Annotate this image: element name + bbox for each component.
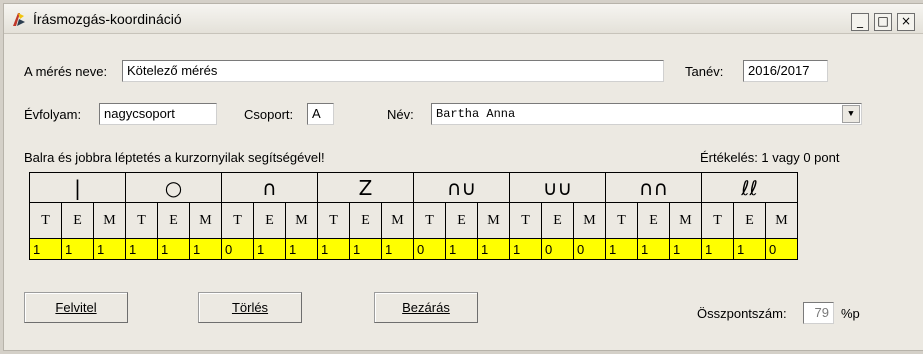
subheader-cell: M [765, 202, 798, 239]
tanev-label: Tanév: [685, 64, 724, 79]
meres-label: A mérés neve: [24, 64, 108, 79]
app-icon [13, 13, 25, 26]
symbol-cell: ∩∩ [605, 172, 702, 203]
chevron-down-icon[interactable]: ▼ [842, 105, 860, 123]
symbol-cell: ℓℓ [701, 172, 798, 203]
torles-button[interactable]: Törlés [198, 292, 302, 323]
symbol-row: | ○ ∩ Z ∩∪ ∪∪ ∩∩ ℓℓ [29, 172, 798, 203]
subheader-cell: T [317, 202, 350, 239]
title-bar: Írásmozgás-koordináció _ □ × [4, 4, 923, 34]
tanev-field[interactable]: 2016/2017 [743, 60, 828, 82]
maximize-button[interactable]: □ [874, 13, 892, 31]
subheader-cell: T [509, 202, 542, 239]
subheader-cell: T [605, 202, 638, 239]
value-cell[interactable]: 0 [573, 238, 606, 260]
subheader-cell: T [701, 202, 734, 239]
evfolyam-label: Évfolyam: [24, 107, 82, 122]
csoport-field[interactable]: A [307, 103, 334, 125]
subheader-cell: T [221, 202, 254, 239]
score-grid: | ○ ∩ Z ∩∪ ∪∪ ∩∩ ℓℓ TEMTEMTEMTEMTEMTEMTEMTEM 11… [29, 172, 798, 260]
osszpontszam-label: Összpontszám: [697, 306, 787, 321]
subheader-cell: M [669, 202, 702, 239]
value-cell[interactable]: 1 [733, 238, 766, 260]
subheader-cell: M [573, 202, 606, 239]
value-cell[interactable]: 1 [253, 238, 286, 260]
value-cell[interactable]: 0 [765, 238, 798, 260]
value-cell[interactable]: 1 [61, 238, 94, 260]
tem-row: TEMTEMTEMTEMTEMTEMTEMTEM [29, 202, 798, 239]
nev-dropdown[interactable]: Bartha Anna ▼ [431, 103, 862, 125]
subheader-cell: T [29, 202, 62, 239]
value-cell[interactable]: 1 [669, 238, 702, 260]
felvitel-button[interactable]: Felvitel [24, 292, 128, 323]
value-cell[interactable]: 1 [125, 238, 158, 260]
meres-field[interactable]: Kötelező mérés [122, 60, 664, 82]
value-cell[interactable]: 1 [93, 238, 126, 260]
value-cell[interactable]: 1 [189, 238, 222, 260]
subheader-cell: E [157, 202, 190, 239]
csoport-label: Csoport: [244, 107, 294, 122]
subheader-cell: E [61, 202, 94, 239]
value-cell[interactable]: 1 [381, 238, 414, 260]
subheader-cell: E [733, 202, 766, 239]
ertekeles-text: Értékelés: 1 vagy 0 pont [700, 150, 840, 165]
subheader-cell: E [253, 202, 286, 239]
bezaras-button[interactable]: Bezárás [374, 292, 478, 323]
close-button[interactable]: × [897, 13, 915, 31]
symbol-cell: | [29, 172, 126, 203]
subheader-cell: E [541, 202, 574, 239]
value-cell[interactable]: 1 [509, 238, 542, 260]
osszpontszam-field: 79 [803, 302, 834, 324]
value-cell[interactable]: 1 [285, 238, 318, 260]
value-cell[interactable]: 0 [413, 238, 446, 260]
symbol-cell: ∩ [221, 172, 318, 203]
score-unit: %p [841, 306, 860, 321]
minimize-button[interactable]: _ [851, 13, 869, 31]
subheader-cell: M [189, 202, 222, 239]
subheader-cell: E [349, 202, 382, 239]
subheader-cell: E [445, 202, 478, 239]
subheader-cell: M [93, 202, 126, 239]
value-cell[interactable]: 1 [477, 238, 510, 260]
symbol-cell: Z [317, 172, 414, 203]
value-cell[interactable]: 1 [349, 238, 382, 260]
value-row: 111111011111011100111110 [29, 238, 798, 260]
value-cell[interactable]: 1 [445, 238, 478, 260]
main-window: Írásmozgás-koordináció _ □ × A mérés nev… [3, 3, 923, 351]
subheader-cell: M [285, 202, 318, 239]
subheader-cell: M [381, 202, 414, 239]
nev-selected-value: Bartha Anna [436, 107, 516, 121]
symbol-cell: ○ [125, 172, 222, 203]
value-cell[interactable]: 0 [541, 238, 574, 260]
value-cell[interactable]: 1 [637, 238, 670, 260]
value-cell[interactable]: 0 [221, 238, 254, 260]
instructions-text: Balra és jobbra léptetés a kurzornyilak … [24, 150, 325, 165]
value-cell[interactable]: 1 [605, 238, 638, 260]
value-cell[interactable]: 1 [701, 238, 734, 260]
value-cell[interactable]: 1 [29, 238, 62, 260]
symbol-cell: ∩∪ [413, 172, 510, 203]
value-cell[interactable]: 1 [157, 238, 190, 260]
nev-label: Név: [387, 107, 414, 122]
subheader-cell: E [637, 202, 670, 239]
window-title: Írásmozgás-koordináció [33, 11, 182, 27]
subheader-cell: T [413, 202, 446, 239]
subheader-cell: T [125, 202, 158, 239]
subheader-cell: M [477, 202, 510, 239]
value-cell[interactable]: 1 [317, 238, 350, 260]
evfolyam-field[interactable]: nagycsoport [99, 103, 217, 125]
symbol-cell: ∪∪ [509, 172, 606, 203]
